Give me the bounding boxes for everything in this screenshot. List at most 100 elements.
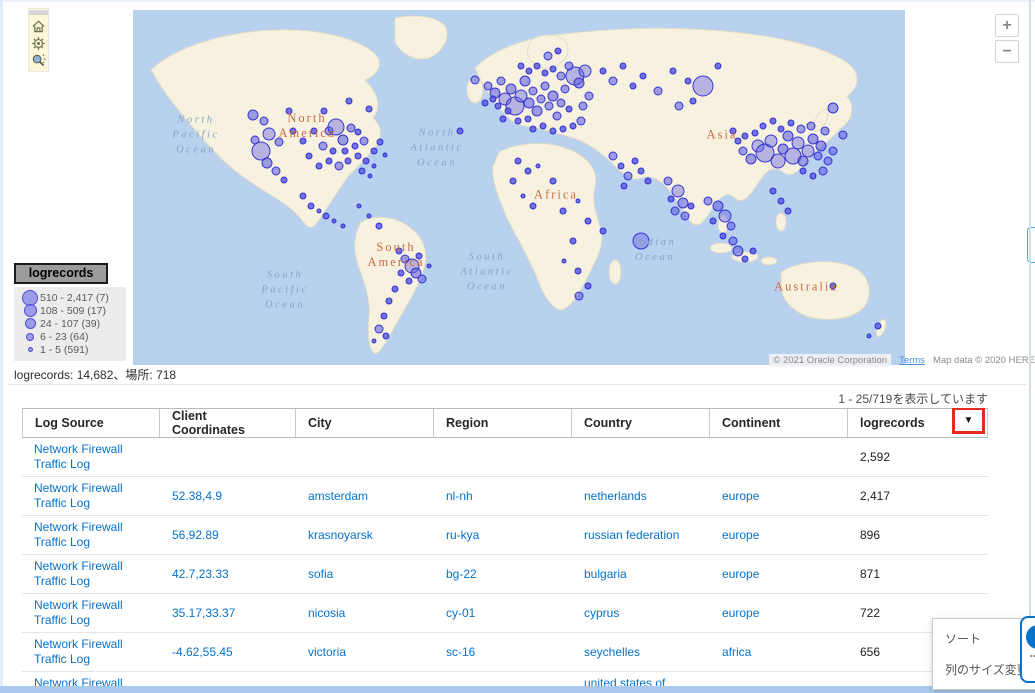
table-row[interactable]: Network Firewall Traffic Log43.06,-89.73… <box>22 672 988 687</box>
map-bubble[interactable] <box>375 325 383 333</box>
map-bubble[interactable] <box>537 95 545 103</box>
map-bubble[interactable] <box>733 246 743 256</box>
table-cell-region[interactable]: cy-01 <box>434 606 572 621</box>
map-bubble[interactable] <box>260 117 268 125</box>
map-bubble[interactable] <box>557 99 565 107</box>
column-header-log_source[interactable]: Log Source <box>22 409 160 437</box>
map-bubble[interactable] <box>624 172 632 180</box>
map-bubble[interactable] <box>810 173 816 179</box>
table-cell-client_coordinates[interactable]: 35.17,33.37 <box>160 606 296 621</box>
table-cell-continent[interactable]: europe <box>710 489 848 504</box>
table-cell-client_coordinates[interactable]: 42.7,23.33 <box>160 567 296 582</box>
gear-icon[interactable] <box>31 36 46 51</box>
table-cell-country[interactable]: cyprus <box>572 606 710 621</box>
table-row[interactable]: Network Firewall Traffic Log42.7,23.33so… <box>22 555 988 594</box>
map-bubble[interactable] <box>416 253 422 259</box>
table-cell-city[interactable]: victoria <box>296 645 434 660</box>
table-cell-continent[interactable]: europe <box>710 567 848 582</box>
map-bubble[interactable] <box>765 135 777 147</box>
map-bubble[interactable] <box>579 65 591 77</box>
map-bubble[interactable] <box>630 83 636 89</box>
map-bubble[interactable] <box>729 237 737 245</box>
map-bubble[interactable] <box>814 152 822 160</box>
map-bubble[interactable] <box>688 203 694 209</box>
map-bubble[interactable] <box>565 62 573 70</box>
map-bubble[interactable] <box>532 106 542 116</box>
map-bubble[interactable] <box>668 196 674 202</box>
map-bubble[interactable] <box>521 194 525 198</box>
map-bubble[interactable] <box>540 123 546 129</box>
map-bubble[interactable] <box>693 76 713 96</box>
map-bubble[interactable] <box>561 85 569 93</box>
map-bubble[interactable] <box>386 298 392 304</box>
map-bubble[interactable] <box>788 120 794 126</box>
table-cell-region[interactable]: sc-16 <box>434 645 572 660</box>
map-bubble[interactable] <box>529 87 537 95</box>
map-bubble[interactable] <box>735 138 741 144</box>
column-dropdown-arrow-icon[interactable]: ▼ <box>964 416 974 426</box>
map-bubble[interactable] <box>828 103 838 113</box>
map-bubble[interactable] <box>770 188 776 194</box>
map-bubble[interactable] <box>332 219 336 223</box>
map-bubble[interactable] <box>518 63 524 69</box>
map-bubble[interactable] <box>824 157 832 165</box>
map-bubble[interactable] <box>633 233 649 249</box>
column-header-country[interactable]: Country <box>572 409 710 437</box>
map-bubble[interactable] <box>839 131 847 139</box>
map-bubble[interactable] <box>742 256 748 262</box>
map-bubble[interactable] <box>829 147 837 155</box>
table-row[interactable]: Network Firewall Traffic Log35.17,33.37n… <box>22 594 988 633</box>
map-bubble[interactable] <box>560 208 566 214</box>
map-bubble[interactable] <box>306 153 312 159</box>
map-bubble[interactable] <box>252 142 270 160</box>
map-bubble[interactable] <box>807 122 815 130</box>
map-bubble[interactable] <box>300 138 306 144</box>
table-cell-log_source[interactable]: Network Firewall Traffic Log <box>22 559 160 589</box>
map-bubble[interactable] <box>342 148 348 154</box>
map-bubble[interactable] <box>541 82 549 90</box>
table-row[interactable]: Network Firewall Traffic Log56,92.89kras… <box>22 516 988 555</box>
map-bubble[interactable] <box>251 136 259 144</box>
map-bubble[interactable] <box>720 233 726 239</box>
map-bubble[interactable] <box>609 77 617 85</box>
map-bubble[interactable] <box>553 112 561 120</box>
map-bubble[interactable] <box>381 313 387 319</box>
map-bubble[interactable] <box>560 126 566 132</box>
map-bubble[interactable] <box>545 102 553 110</box>
map-bubble[interactable] <box>600 68 606 74</box>
map-bubble[interactable] <box>797 125 805 133</box>
map-bubble[interactable] <box>609 152 617 160</box>
map-bubble[interactable] <box>263 128 275 140</box>
table-cell-continent[interactable]: europe <box>710 528 848 543</box>
map-bubble[interactable] <box>550 178 556 184</box>
map-bubble[interactable] <box>550 66 556 72</box>
map-bubble[interactable] <box>675 102 683 110</box>
map-bubble[interactable] <box>352 143 358 149</box>
table-row[interactable]: Network Firewall Traffic Log2,592 <box>22 438 988 477</box>
map-bubble[interactable] <box>638 168 644 174</box>
map-bubble[interactable] <box>275 138 283 146</box>
map-bubble[interactable] <box>383 153 387 157</box>
map-bubble[interactable] <box>575 292 583 300</box>
map-bubble[interactable] <box>704 197 712 205</box>
map-bubble[interactable] <box>830 283 836 289</box>
map-bubble[interactable] <box>785 208 791 214</box>
map-bubble[interactable] <box>427 264 431 268</box>
map-bubble[interactable] <box>640 73 646 79</box>
table-cell-city[interactable]: nicosia <box>296 606 434 621</box>
table-cell-continent[interactable]: europe <box>710 606 848 621</box>
map-bubble[interactable] <box>719 210 731 222</box>
map-bubble[interactable] <box>670 68 676 74</box>
map-bubble[interactable] <box>750 248 756 254</box>
map-bubble[interactable] <box>550 128 556 134</box>
map-bubble[interactable] <box>383 333 389 339</box>
column-header-continent[interactable]: Continent <box>710 409 848 437</box>
map-bubble[interactable] <box>524 98 534 108</box>
map-bubble[interactable] <box>341 224 345 228</box>
map-bubble[interactable] <box>347 124 355 132</box>
map-bubble[interactable] <box>534 63 540 69</box>
map-bubble[interactable] <box>515 158 521 164</box>
table-cell-country[interactable]: seychelles <box>572 645 710 660</box>
table-cell-client_coordinates[interactable]: 56,92.89 <box>160 528 296 543</box>
map-bubble[interactable] <box>376 223 382 229</box>
